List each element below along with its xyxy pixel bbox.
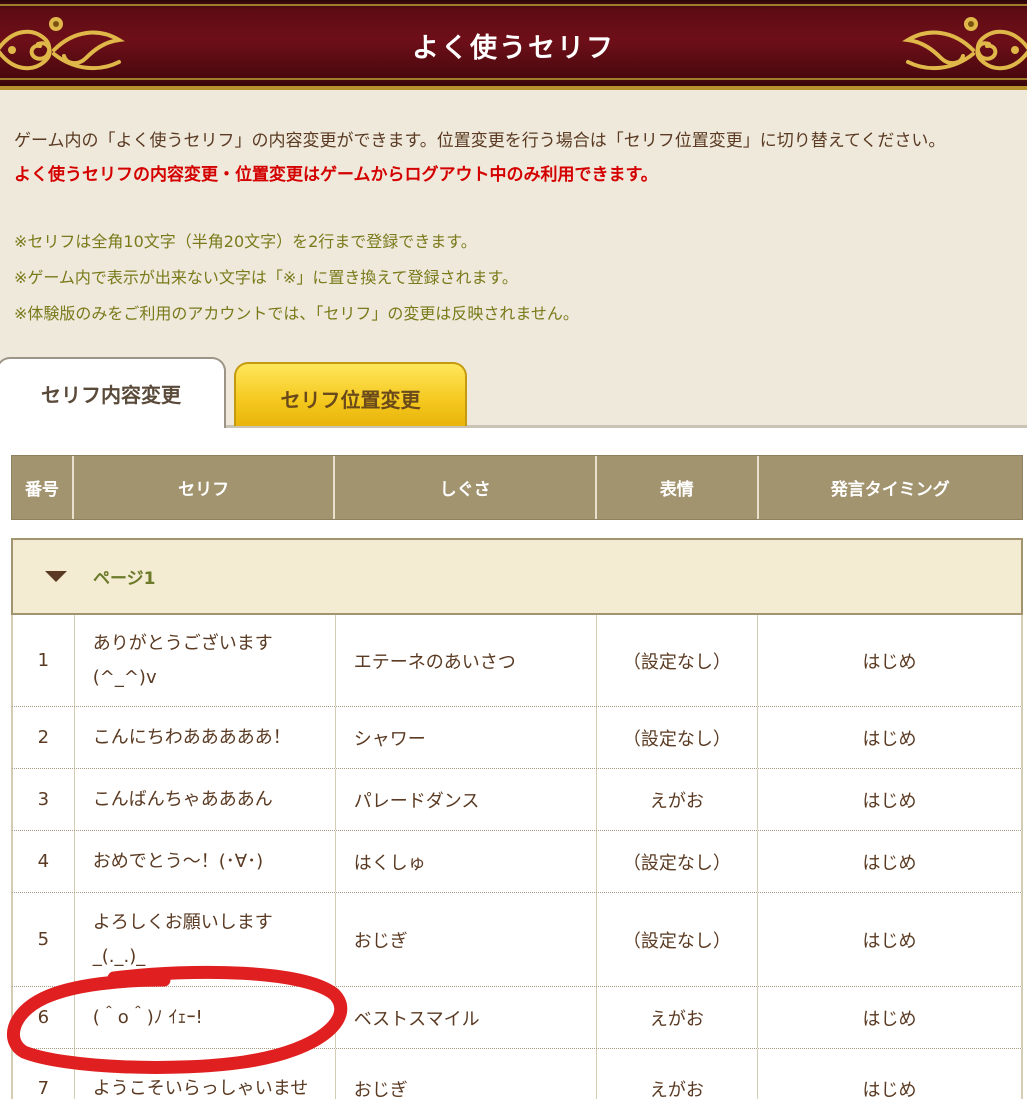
row-expression: （設定なし）: [597, 615, 759, 706]
row-number: 4: [13, 831, 75, 892]
row-expression: （設定なし）: [597, 893, 759, 986]
row-serif: (＾o＾)ﾉ ｲｪｰ!: [75, 987, 336, 1048]
row-action: パレードダンス: [336, 769, 597, 830]
row-timing: はじめ: [862, 1008, 917, 1030]
note-item: ※体験版のみをご利用のアカウントでは、「セリフ」の変更は反映されません。: [14, 304, 579, 323]
row-timing: はじめ: [862, 651, 917, 673]
row-serif: よろしくお願いします _(._.)_: [75, 893, 336, 986]
row-expression: （設定なし）: [597, 831, 759, 892]
row-expression: えがお: [597, 1049, 759, 1099]
row-expression: （設定なし）: [597, 707, 759, 768]
row-number: 5: [13, 893, 75, 986]
intro-section: ゲーム内の「よく使うセリフ」の内容変更ができます。位置変更を行う場合は「セリフ位…: [14, 128, 1014, 185]
row-timing: はじめ: [862, 930, 917, 952]
table-row[interactable]: 6 (＾o＾)ﾉ ｲｪｰ! ベストスマイル えがお はじめ: [11, 987, 1023, 1049]
row-expression: えがお: [597, 987, 759, 1048]
row-serif: ようこそいらっしゃいませ: [75, 1049, 336, 1099]
serif-line: よろしくお願いします: [92, 911, 273, 933]
page-label: ページ1: [93, 569, 156, 589]
triangle-down-icon: [45, 571, 67, 582]
table-row[interactable]: 5 よろしくお願いします _(._.)_ おじぎ （設定なし） はじめ: [11, 893, 1023, 987]
tab-serif-position[interactable]: セリフ位置変更: [234, 362, 467, 426]
row-number: 7: [13, 1049, 75, 1099]
row-expression: えがお: [597, 769, 759, 830]
row-action: おじぎ: [336, 1049, 597, 1099]
gold-ornament-right: [902, 17, 1027, 71]
table-row[interactable]: 3 こんばんちゃあああん パレードダンス えがお はじめ: [11, 769, 1023, 831]
row-number: 6: [13, 987, 75, 1048]
row-serif: こんばんちゃあああん: [75, 769, 336, 830]
serif-line: (^_^)v: [92, 666, 157, 688]
row-timing: はじめ: [862, 790, 917, 812]
notes-list: ※セリフは全角10文字（半角20文字）を2行まで登録できます。 ※ゲーム内で表示…: [14, 224, 579, 332]
tab-serif-content[interactable]: セリフ内容変更: [0, 357, 226, 428]
col-header-timing: 発言タイミング: [830, 480, 950, 500]
row-action: エテーネのあいさつ: [336, 615, 597, 706]
table-row[interactable]: 1 ありがとうございます (^_^)v エテーネのあいさつ （設定なし） はじめ: [11, 615, 1023, 707]
table-header: 番号 セリフ しぐさ 表情 発言タイミング: [11, 455, 1023, 520]
col-header-action: しぐさ: [335, 456, 597, 519]
row-serif: こんにちわあああああ！: [75, 707, 336, 768]
note-item: ※セリフは全角10文字（半角20文字）を2行まで登録できます。: [14, 232, 477, 251]
serif-line: ありがとうございます: [92, 632, 273, 654]
note-item: ※ゲーム内で表示が出来ない文字は「※」に置き換えて登録されます。: [14, 268, 518, 287]
table-row[interactable]: 7 ようこそいらっしゃいませ おじぎ えがお はじめ: [11, 1049, 1023, 1099]
row-serif: おめでとう〜！(･∀･): [75, 831, 336, 892]
row-timing: はじめ: [862, 852, 917, 874]
col-header-serif: セリフ: [74, 456, 336, 519]
row-number: 1: [13, 615, 75, 706]
table-body: 1 ありがとうございます (^_^)v エテーネのあいさつ （設定なし） はじめ…: [11, 615, 1023, 1099]
table-row[interactable]: 2 こんにちわあああああ！ シャワー （設定なし） はじめ: [11, 707, 1023, 769]
row-number: 2: [13, 707, 75, 768]
col-header-number: 番号: [12, 456, 74, 519]
row-action: シャワー: [336, 707, 597, 768]
warning-text: よく使うセリフの内容変更・位置変更はゲームからログアウト中のみ利用できます。: [14, 165, 658, 185]
serif-line: _(._.)_: [92, 945, 146, 967]
row-serif: ありがとうございます (^_^)v: [75, 615, 336, 706]
header-banner: よく使うセリフ: [0, 0, 1027, 90]
row-action: はくしゅ: [336, 831, 597, 892]
row-action: おじぎ: [336, 893, 597, 986]
row-number: 3: [13, 769, 75, 830]
table-row[interactable]: 4 おめでとう〜！(･∀･) はくしゅ （設定なし） はじめ: [11, 831, 1023, 893]
row-timing: はじめ: [862, 728, 917, 750]
page-title: よく使うセリフ: [412, 33, 615, 64]
page-toggle[interactable]: ページ1: [11, 538, 1023, 615]
row-timing: はじめ: [862, 1079, 917, 1099]
row-action: ベストスマイル: [336, 987, 597, 1048]
intro-text: ゲーム内の「よく使うセリフ」の内容変更ができます。位置変更を行う場合は「セリフ位…: [14, 131, 946, 151]
col-header-expression: 表情: [597, 456, 759, 519]
